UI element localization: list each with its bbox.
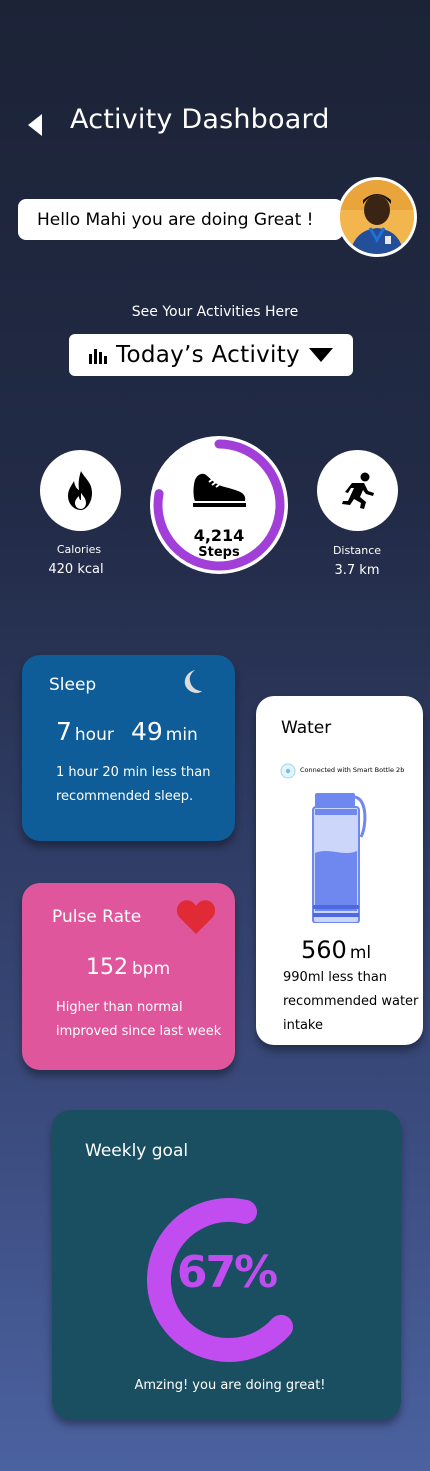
weekly-goal-title: Weekly goal (85, 1141, 189, 1161)
bluetooth-connection-icon (280, 763, 296, 779)
weekly-goal-message: Amzing! you are doing great! (134, 1378, 326, 1393)
distance-value: 3.7 km (334, 563, 380, 578)
water-note: 990ml less than recommended water intake (283, 970, 419, 1033)
sleep-card[interactable]: Sleep 7 hour 49 min 1 hour 20 min less tha… (22, 655, 235, 841)
sleep-minutes-unit: min (165, 725, 198, 745)
avatar[interactable] (337, 177, 417, 257)
pulse-unit: bpm (132, 959, 171, 979)
water-unit: ml (349, 943, 372, 963)
sleep-minutes: 49 (130, 717, 163, 746)
weekly-goal-percent: 67% (176, 1247, 278, 1298)
bar-chart-icon (89, 349, 108, 364)
water-value: 560 (301, 936, 347, 964)
chevron-down-icon (308, 348, 333, 362)
water-connection-status: Connected with Smart Bottle 2b (300, 766, 405, 774)
weekly-goal-card[interactable]: Weekly goal 67% Amzing! you are doing gr… (52, 1110, 401, 1419)
page-title: Activity Dashboard (70, 104, 330, 135)
pulse-note: Higher than normal improved since last w… (56, 1000, 222, 1039)
heart-icon (176, 900, 216, 934)
distance-button[interactable] (317, 450, 398, 531)
pulse-reading: 152 bpm (86, 955, 170, 980)
calories-value: 420 kcal (48, 562, 104, 577)
pulse-value: 152 (86, 955, 128, 980)
activity-section-label: See Your Activities Here (131, 304, 299, 320)
greeting-text: Hello Mahi you are doing Great ! (37, 209, 314, 230)
calories-button[interactable] (40, 450, 121, 531)
water-bottle-icon (312, 793, 367, 923)
back-button[interactable] (26, 112, 48, 138)
shoe-icon (193, 473, 246, 507)
moon-icon (184, 670, 202, 693)
calories-label: Calories (56, 543, 102, 556)
greeting-banner: Hello Mahi you are doing Great ! (18, 199, 343, 240)
steps-value: 4,214 (193, 526, 245, 545)
back-arrow-icon (28, 114, 42, 136)
sleep-hours-unit: hour (74, 725, 114, 745)
flame-icon (67, 470, 92, 510)
distance-label: Distance (332, 544, 382, 557)
user-photo (340, 180, 414, 254)
water-reading: 560 ml (301, 936, 371, 964)
pulse-title: Pulse Rate (52, 907, 142, 927)
steps-label: Steps (198, 545, 240, 560)
sleep-title: Sleep (49, 675, 97, 695)
water-card[interactable]: Water Connected with Smart Bottle 2b 560… (256, 696, 423, 1045)
sleep-note: 1 hour 20 min less than recommended slee… (56, 765, 211, 804)
water-title: Water (281, 718, 332, 738)
activity-period-dropdown[interactable]: Todayʼs Activity (69, 334, 353, 376)
pulse-card[interactable]: Pulse Rate 152 bpm Higher than normal imp… (22, 883, 235, 1070)
dropdown-label: Todayʼs Activity (116, 342, 300, 368)
sleep-duration: 7 hour 49 min (56, 717, 198, 746)
sleep-hours: 7 (56, 717, 72, 746)
runner-icon (341, 472, 374, 509)
